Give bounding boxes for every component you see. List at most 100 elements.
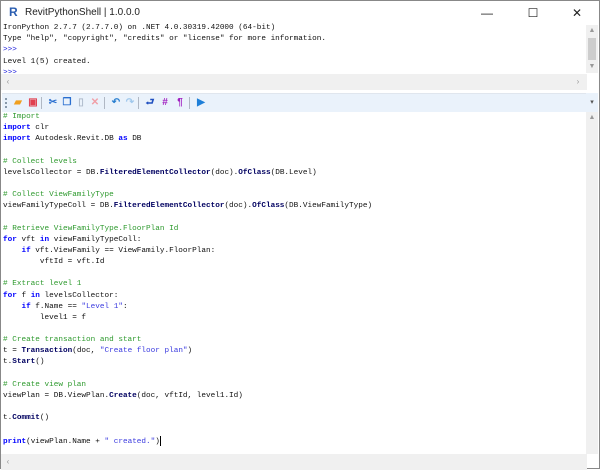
code-text: : bbox=[122, 302, 128, 311]
code-line: # Import bbox=[3, 112, 585, 123]
keyword: for bbox=[3, 235, 17, 244]
editor-horizontal-scrollbar[interactable]: ‹ bbox=[1, 454, 587, 470]
console-prompt: >>> bbox=[3, 68, 17, 73]
method-name: OfClass bbox=[252, 202, 285, 211]
code-text: levelsCollector: bbox=[39, 291, 119, 300]
code-line: # Collect levels bbox=[3, 157, 585, 168]
keyword: in bbox=[39, 235, 50, 244]
editor-vertical-scrollbar[interactable]: ▲ bbox=[586, 112, 598, 454]
redo-icon[interactable]: ↷ bbox=[124, 97, 136, 109]
method-name: Start bbox=[12, 358, 36, 367]
code-line: if vft.ViewFamily == ViewFamily.FloorPla… bbox=[3, 246, 585, 257]
code-text: clr bbox=[30, 124, 50, 133]
text-cursor bbox=[159, 435, 161, 446]
code-line: level1 = f bbox=[3, 313, 585, 324]
comment: # Extract level 1 bbox=[3, 280, 82, 289]
delete-icon[interactable]: ✕ bbox=[89, 97, 101, 109]
console-prompt: >>> bbox=[3, 46, 17, 55]
code-text: vft.ViewFamily == ViewFamily.FloorPlan: bbox=[30, 246, 216, 255]
console-line: Type "help", "copyright", "credits" or "… bbox=[3, 35, 326, 44]
keyword: if bbox=[21, 246, 31, 255]
toolbar-separator bbox=[41, 97, 42, 109]
code-text: (doc, vftId, level1.Id) bbox=[136, 391, 243, 400]
word-wrap-icon[interactable]: ⮐ bbox=[144, 97, 156, 109]
code-line: if f.Name == "Level 1": bbox=[3, 302, 585, 313]
show-whitespace-icon[interactable]: ¶ bbox=[174, 97, 186, 109]
code-line: # Create view plan bbox=[3, 380, 585, 391]
code-text: () bbox=[39, 414, 50, 423]
undo-icon[interactable]: ↶ bbox=[110, 97, 122, 109]
line-numbers-icon[interactable]: # bbox=[159, 97, 171, 109]
code-text: t. bbox=[3, 414, 13, 423]
scroll-up-icon[interactable]: ▲ bbox=[586, 27, 598, 34]
code-text: t = bbox=[3, 347, 22, 356]
keyword: as bbox=[118, 135, 128, 144]
toolbar-overflow[interactable]: ▾ bbox=[586, 93, 598, 111]
output-horizontal-scrollbar[interactable]: ‹ › bbox=[1, 74, 587, 90]
console-output[interactable]: IronPython 2.7.7 (2.7.7.0) on .NET 4.0.3… bbox=[3, 23, 585, 73]
output-vertical-scrollbar[interactable]: ▲ ▼ bbox=[586, 25, 598, 73]
code-text: (doc, bbox=[72, 347, 100, 356]
cut-icon[interactable]: ✂ bbox=[47, 97, 59, 109]
scroll-left-icon[interactable]: ‹ bbox=[3, 77, 13, 86]
close-button[interactable]: ✕ bbox=[555, 1, 599, 25]
paste-icon[interactable]: ▯ bbox=[75, 97, 87, 109]
comment: # Create view plan bbox=[3, 380, 87, 389]
open-icon[interactable]: ▰ bbox=[12, 97, 24, 109]
maximize-button[interactable]: ☐ bbox=[511, 1, 555, 25]
editor-toolbar: ▰ ▣ ✂ ❐ ▯ ✕ ↶ ↷ ⮐ # ¶ ▶ bbox=[2, 93, 598, 112]
scroll-up-icon[interactable]: ▲ bbox=[586, 114, 598, 121]
code-line: print(viewPlan.Name + " created.") bbox=[3, 435, 585, 447]
code-line: t.Start() bbox=[3, 357, 585, 368]
code-line: levelsCollector = DB.FilteredElementColl… bbox=[3, 168, 585, 179]
code-text: viewPlan = DB.ViewPlan. bbox=[3, 391, 110, 400]
keyword: import bbox=[3, 124, 31, 133]
toolbar-grip[interactable] bbox=[5, 98, 9, 108]
code-line: t = Transaction(doc, "Create floor plan"… bbox=[3, 346, 585, 357]
toolbar-overflow-icon[interactable]: ▾ bbox=[586, 98, 598, 106]
code-line: vftId = vft.Id bbox=[3, 257, 585, 268]
toolbar-separator bbox=[189, 97, 190, 109]
comment: # Collect ViewFamilyType bbox=[3, 191, 114, 200]
code-line: for vft in viewFamilyTypeColl: bbox=[3, 235, 585, 246]
code-editor[interactable]: # Import import clr import Autodesk.Revit.… bbox=[3, 112, 585, 454]
string: "Level 1" bbox=[81, 302, 123, 311]
method-name: FilteredElementCollector bbox=[99, 168, 211, 177]
code-line: # Create transaction and start bbox=[3, 335, 585, 346]
keyword: import bbox=[3, 135, 31, 144]
method-name: FilteredElementCollector bbox=[113, 202, 225, 211]
code-text: Autodesk.Revit.DB bbox=[30, 135, 119, 144]
scroll-down-icon[interactable]: ▼ bbox=[586, 63, 598, 70]
comment: # Retrieve ViewFamilyType.FloorPlan Id bbox=[3, 224, 179, 233]
keyword: if bbox=[21, 302, 31, 311]
toolbar-separator bbox=[138, 97, 139, 109]
comment: # Import bbox=[3, 113, 40, 121]
code-text: (doc). bbox=[210, 168, 239, 177]
scroll-thumb[interactable] bbox=[588, 38, 596, 60]
method-name: Commit bbox=[12, 414, 40, 423]
code-text: vft bbox=[16, 235, 40, 244]
code-text: (doc). bbox=[224, 202, 253, 211]
console-line: IronPython 2.7.7 (2.7.7.0) on .NET 4.0.3… bbox=[3, 24, 276, 32]
code-text: level1 = f bbox=[3, 313, 87, 322]
code-text: f bbox=[16, 291, 31, 300]
save-icon[interactable]: ▣ bbox=[27, 97, 39, 109]
copy-icon[interactable]: ❐ bbox=[61, 97, 73, 109]
code-line: viewPlan = DB.ViewPlan.Create(doc, vftId… bbox=[3, 391, 585, 402]
run-icon[interactable]: ▶ bbox=[195, 97, 207, 109]
code-text: (viewPlan.Name + bbox=[26, 437, 105, 446]
keyword: for bbox=[3, 291, 17, 300]
code-line: viewFamilyTypeColl = DB.FilteredElementC… bbox=[3, 201, 585, 212]
toolbar-separator bbox=[104, 97, 105, 109]
scroll-right-icon[interactable]: › bbox=[573, 77, 583, 86]
minimize-button[interactable]: — bbox=[465, 1, 509, 25]
method-name: Create bbox=[109, 391, 137, 400]
scroll-left-icon[interactable]: ‹ bbox=[3, 457, 13, 466]
method-name: Transaction bbox=[21, 347, 73, 356]
